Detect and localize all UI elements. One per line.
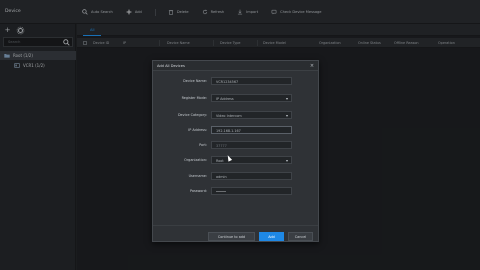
field-label: Device Name:	[183, 79, 207, 83]
chevron-down-icon	[286, 115, 288, 117]
field-value: 37777	[216, 144, 227, 148]
field-value: IP Address	[216, 97, 234, 101]
field-value: 192.168.1.167	[216, 129, 241, 133]
register-mode-select[interactable]: IP Address	[211, 94, 292, 102]
field-organization: Organization: Root	[153, 156, 318, 164]
field-label: Port:	[199, 143, 207, 147]
field-value: admin	[216, 175, 227, 179]
field-label: Device Category:	[177, 113, 207, 117]
ip-address-input[interactable]: 192.168.1.167	[211, 126, 292, 134]
field-register-mode: Register Mode: IP Address	[153, 94, 318, 102]
add-device-dialog: Add All Devices × Device Name: VCR123456…	[152, 60, 319, 242]
field-label: Organization:	[184, 158, 207, 162]
organization-select[interactable]: Root	[211, 156, 292, 164]
field-value: VCR1234567	[216, 80, 239, 84]
dialog-footer: Continue to add Add Cancel	[153, 225, 318, 241]
port-input[interactable]: 37777	[211, 141, 292, 149]
field-label: Register Mode:	[181, 96, 207, 100]
field-port: Port: 37777	[153, 141, 318, 149]
field-label: Password:	[190, 189, 207, 193]
close-icon[interactable]: ×	[309, 63, 315, 69]
field-ip-address: IP Address: 192.168.1.167	[153, 126, 318, 134]
field-label: Username:	[188, 174, 207, 178]
field-username: Username: admin	[153, 172, 318, 180]
field-device-category: Device Category: Video Intercom	[153, 111, 318, 119]
field-value: Root	[216, 159, 224, 163]
field-device-name: Device Name: VCR1234567	[153, 77, 318, 85]
username-input[interactable]: admin	[211, 172, 292, 180]
field-label: IP Address:	[188, 128, 207, 132]
cancel-button[interactable]: Cancel	[288, 232, 313, 241]
field-value: Video Intercom	[216, 114, 242, 118]
password-input[interactable]: •••••	[211, 187, 292, 195]
continue-to-add-button[interactable]: Continue to add	[208, 232, 255, 241]
device-name-input[interactable]: VCR1234567	[211, 77, 292, 85]
device-category-select[interactable]: Video Intercom	[211, 111, 292, 119]
field-value: •••••	[216, 190, 226, 194]
chevron-down-icon	[286, 98, 288, 100]
field-password: Password: •••••	[153, 187, 318, 195]
dialog-header: Add All Devices ×	[153, 61, 318, 71]
dialog-title: Add All Devices	[157, 64, 185, 68]
chevron-down-icon	[286, 160, 288, 162]
add-confirm-button[interactable]: Add	[259, 232, 284, 241]
